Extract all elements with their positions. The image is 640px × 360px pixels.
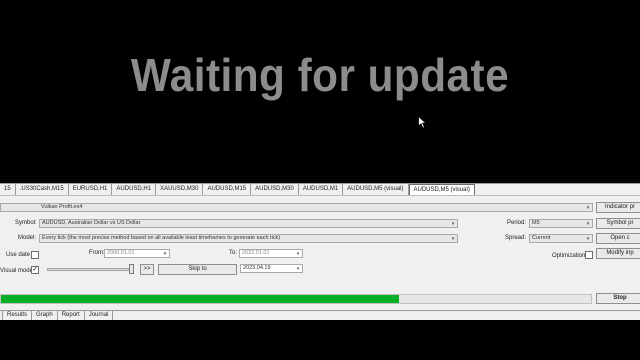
visual-mode-label: Visual mode xyxy=(0,268,33,274)
chevron-down-icon: ▾ xyxy=(586,236,590,242)
chart-tab[interactable]: 15 xyxy=(0,184,16,195)
chevron-down-icon: ▾ xyxy=(586,221,590,227)
chevron-down-icon: ▾ xyxy=(586,205,590,211)
speed-slider-thumb[interactable] xyxy=(129,264,134,274)
chevron-down-icon: ▾ xyxy=(451,221,455,227)
test-progress-fill xyxy=(1,295,399,303)
use-date-checkbox[interactable] xyxy=(31,251,39,259)
calendar-dropdown-icon: ▾ xyxy=(296,266,300,272)
indicator-properties-button[interactable]: Indicator pr xyxy=(596,202,640,213)
model-value: Every tick (the most precise method base… xyxy=(42,235,281,241)
spread-value: Current xyxy=(532,235,551,241)
stop-button[interactable]: Stop xyxy=(596,293,640,304)
from-date-field[interactable]: 2000.01.01 ▾ xyxy=(104,249,170,258)
skip-to-date-field[interactable]: 2023.04.19 ▾ xyxy=(240,264,303,273)
chart-tab[interactable]: EURUSD,H1 xyxy=(68,184,113,195)
to-label: To: xyxy=(229,250,238,256)
use-date-label: Use date xyxy=(6,252,31,258)
skip-to-date-value: 2023.04.19 xyxy=(243,265,271,271)
period-select[interactable]: M5 ▾ xyxy=(529,219,593,228)
expert-advisor-value: Vulkan Profit.ex4 xyxy=(41,204,83,210)
spread-select[interactable]: Current ▾ xyxy=(529,234,593,243)
optimization-checkbox[interactable] xyxy=(585,251,593,259)
waiting-for-update-text: Waiting for update xyxy=(130,49,510,101)
calendar-dropdown-icon: ▾ xyxy=(296,251,300,257)
skip-to-button[interactable]: Skip to xyxy=(158,264,237,275)
model-label: Model: xyxy=(18,235,37,241)
chart-area[interactable]: Waiting for update xyxy=(0,0,640,183)
chart-tab[interactable]: XAUUSD,M30 xyxy=(156,184,204,195)
mouse-cursor-icon xyxy=(418,116,427,129)
symbol-value: AUDUSD, Australian Dollar vs US Dollar xyxy=(42,220,141,226)
checkmark-icon: ✓ xyxy=(32,266,38,273)
to-date-field[interactable]: 2022.01.01 ▾ xyxy=(239,249,303,258)
chart-tab[interactable]: AUDUSD,M5 (visual) xyxy=(408,184,475,195)
chart-tab[interactable]: .US30Cash,M15 xyxy=(15,184,69,195)
from-label: From: xyxy=(89,250,105,256)
period-label: Period: xyxy=(507,220,527,226)
symbol-label: Symbol: xyxy=(15,220,37,226)
symbol-properties-button[interactable]: Symbol pr xyxy=(596,218,640,229)
open-chart-button[interactable]: Open c xyxy=(596,233,640,244)
expert-advisor-select[interactable]: Vulkan Profit.ex4 ▾ xyxy=(0,203,593,212)
modify-inputs-button[interactable]: Modify inp xyxy=(596,248,640,259)
tester-bottom-tabs: Results Graph Report Journal xyxy=(0,310,640,321)
chart-tab[interactable]: AUDUSD,H1 xyxy=(112,184,157,195)
speed-slider-track[interactable] xyxy=(47,268,133,271)
optimization-label: Optimization xyxy=(552,253,586,259)
calendar-dropdown-icon: ▾ xyxy=(163,251,167,257)
chart-tab[interactable]: AUDUSD,M5 (visual) xyxy=(343,184,409,195)
bottom-background xyxy=(0,320,640,360)
strategy-tester-panel: Vulkan Profit.ex4 ▾ Indicator pr Symbol:… xyxy=(0,196,640,310)
chart-tab-strip: 15 .US30Cash,M15 EURUSD,H1 AUDUSD,H1 XAUUSD,… xyxy=(0,183,640,196)
fast-forward-button[interactable]: >> xyxy=(140,264,154,275)
to-date-value: 2022.01.01 xyxy=(242,250,270,256)
symbol-select[interactable]: AUDUSD, Australian Dollar vs US Dollar ▾ xyxy=(39,219,458,228)
chevron-down-icon: ▾ xyxy=(451,236,455,242)
test-progress-bar xyxy=(0,294,592,304)
spread-label: Spread: xyxy=(505,235,527,241)
model-select[interactable]: Every tick (the most precise method base… xyxy=(39,234,458,243)
chart-tab[interactable]: AUDUSD,M15 xyxy=(203,184,252,195)
chart-tab[interactable]: AUDUSD,M1 xyxy=(298,184,344,195)
visual-mode-checkbox[interactable]: ✓ xyxy=(31,266,39,274)
chart-tab[interactable]: AUDUSD,M30 xyxy=(251,184,299,195)
from-date-value: 2000.01.01 xyxy=(107,250,135,256)
period-value: M5 xyxy=(532,220,540,226)
